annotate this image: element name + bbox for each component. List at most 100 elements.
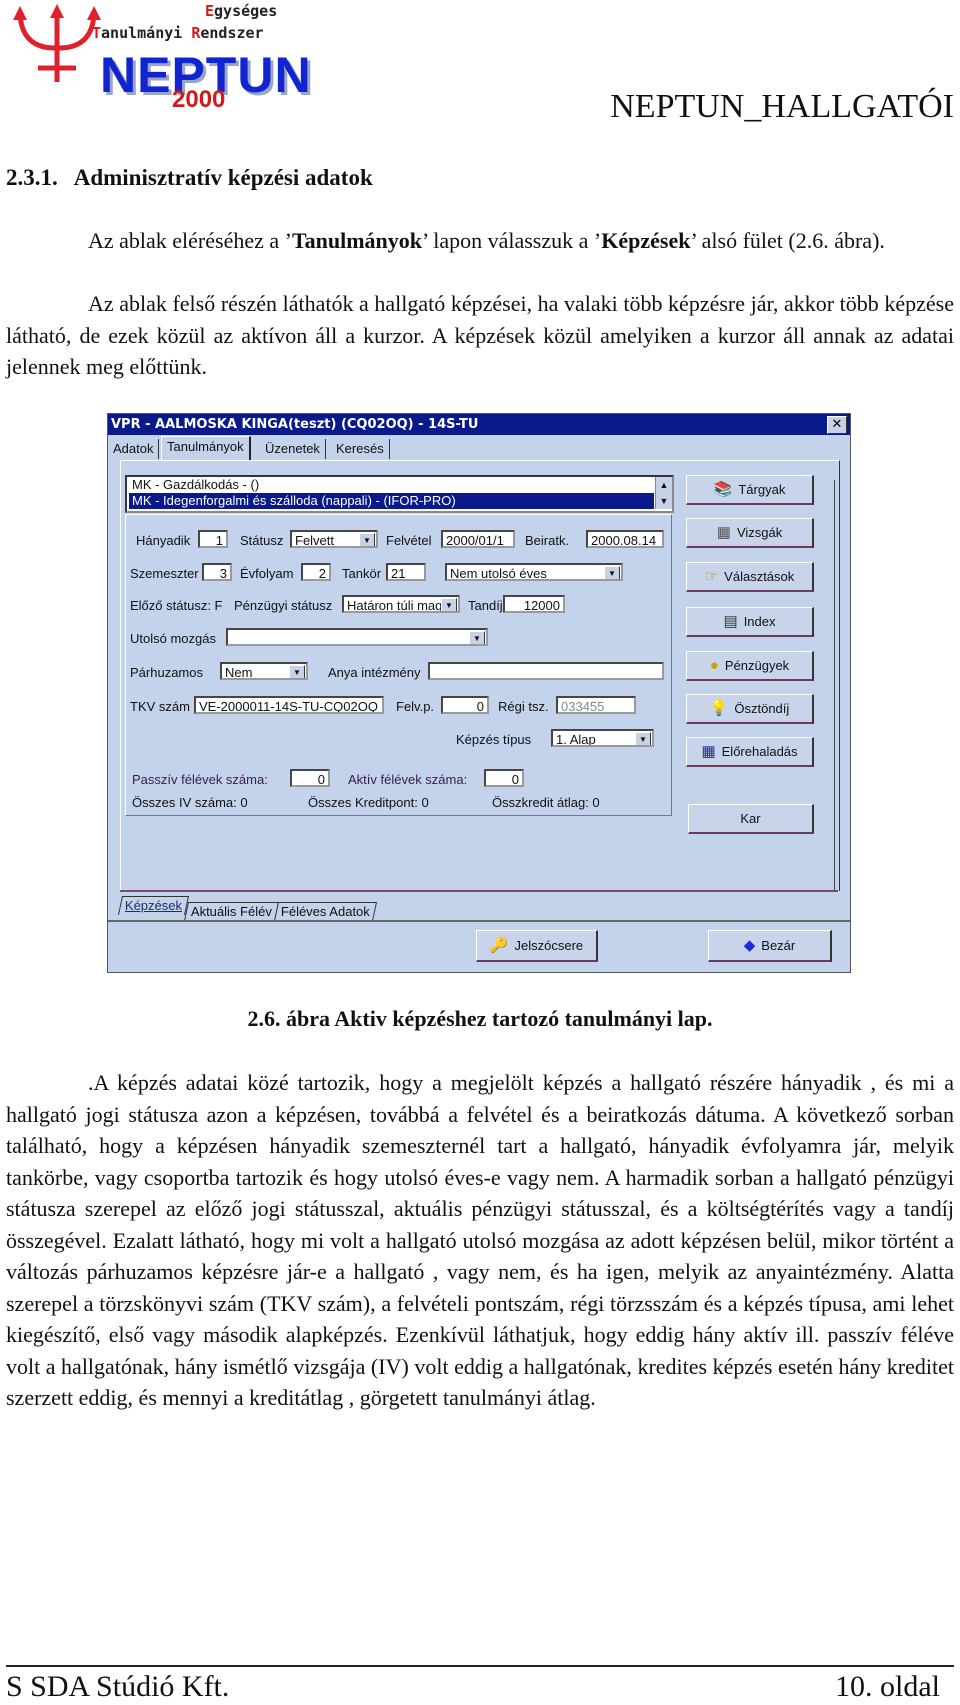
kepzes-tipus-select[interactable]: 1. Alap ▼ <box>551 729 654 747</box>
logo-year: 2000 <box>172 86 226 113</box>
calendar-icon: ▦ <box>701 743 716 760</box>
penzugyi-statusz-label: Pénzügyi státusz <box>234 598 333 613</box>
tankor-label: Tankör <box>342 566 382 581</box>
button-label: Vizsgák <box>736 525 783 540</box>
szemeszter-label: Szemeszter <box>130 566 199 581</box>
bottom-tab-feleves-adatok[interactable]: Féléves Adatok <box>273 902 377 921</box>
chevron-down-icon: ▼ <box>469 631 485 644</box>
szemeszter-field[interactable]: 3 <box>202 563 232 581</box>
felvetel-label: Felvétel <box>386 533 432 548</box>
elozo-statusz-label: Előző státusz: F <box>130 598 223 613</box>
tandij-label: Tandíj <box>468 598 503 613</box>
list-item-selected[interactable]: MK - Idegenforgalmi és szálloda (nappali… <box>129 493 654 509</box>
hanyadik-label: Hányadik <box>136 533 191 548</box>
vizsgak-button[interactable]: ▦ Vizsgák <box>686 518 814 548</box>
aktiv-label: Aktív félévek száma: <box>348 772 468 787</box>
kepzes-listbox[interactable]: MK - Gazdálkodás - () MK - Idegenforgalm… <box>125 475 674 513</box>
documents-icon: ▤ <box>723 613 738 630</box>
tab-adatok[interactable]: Adatok <box>108 439 160 459</box>
button-label: Előrehaladás <box>721 744 798 759</box>
targyak-button[interactable]: 📚 Tárgyak <box>686 475 814 505</box>
coin-icon: ● <box>709 657 719 674</box>
felvp-label: Felv.p. <box>396 699 435 714</box>
regi-tsz-field[interactable]: 033455 <box>556 696 636 714</box>
document-header-title: NEPTUN_HALLGATÓI <box>610 88 954 125</box>
bottom-tab-kepzesek[interactable]: Képzések <box>117 896 190 915</box>
button-label: Bezár <box>761 938 796 953</box>
osszkredit-atlag-text: Összkredit átlag: 0 <box>492 795 600 810</box>
osszes-kreditpont-text: Összes Kreditpont: 0 <box>308 795 429 810</box>
passziv-field[interactable]: 0 <box>290 769 330 787</box>
osztondij-button[interactable]: 💡 Ösztöndíj <box>686 694 814 724</box>
tankor-field[interactable]: 21 <box>386 563 426 581</box>
button-label: Jelszócsere <box>514 938 584 953</box>
statusz-select[interactable]: Felvett ▼ <box>290 530 378 548</box>
intro-paragraph-2: Az ablak felső részén láthatók a hallgat… <box>6 291 954 379</box>
footer-company: S SDA Stúdió Kft. <box>6 1670 230 1703</box>
intro-paragraph-1: Az ablak eléréséhez a ’Tanulmányok’ lapo… <box>88 228 885 253</box>
evfolyam-field[interactable]: 2 <box>301 563 331 581</box>
bottom-tab-line <box>120 890 838 892</box>
index-button[interactable]: ▤ Index <box>686 607 814 637</box>
logo-line-1: Egységes <box>205 2 278 20</box>
jelszocsere-button[interactable]: 🔑 Jelszócsere <box>476 930 598 962</box>
tkv-field[interactable]: VE-2000011-14S-TU-CQ02OQ <box>194 696 384 714</box>
utolso-eves-select[interactable]: Nem utolsó éves ▼ <box>445 563 623 581</box>
tab-tanulmanyok[interactable]: Tanulmányok <box>161 436 251 461</box>
lightbulb-icon: 💡 <box>709 700 729 717</box>
utolso-mozgas-select[interactable]: ▼ <box>226 628 488 646</box>
body-paragraph: .A képzés adatai közé tartozik, hogy a m… <box>6 1070 954 1410</box>
tab-uzenetek[interactable]: Üzenetek <box>260 439 326 459</box>
evfolyam-label: Évfolyam <box>240 566 294 581</box>
felvetel-field[interactable]: 2000/01/1 <box>441 530 515 548</box>
list-item[interactable]: MK - Gazdálkodás - () <box>129 477 654 493</box>
button-label: Ösztöndíj <box>734 701 790 716</box>
kepzes-tipus-label: Képzés típus <box>456 732 532 747</box>
bottom-tab-aktualis-felev[interactable]: Aktuális Félév <box>183 902 279 921</box>
tab-kereses[interactable]: Keresés <box>331 439 390 459</box>
anya-intezmeny-label: Anya intézmény <box>328 665 421 680</box>
utolso-mozgas-label: Utolsó mozgás <box>130 631 216 646</box>
chevron-down-icon: ▼ <box>635 732 651 745</box>
button-label: Pénzügyek <box>724 658 790 673</box>
close-icon: ✕ <box>831 417 843 432</box>
penzugyi-statusz-select[interactable]: Határon túli mag ▼ <box>342 595 460 613</box>
pointing-hand-icon: ☞ <box>704 568 719 585</box>
button-label: Index <box>743 614 776 629</box>
beiratk-field[interactable]: 2000.08.14 <box>586 530 664 548</box>
chevron-down-icon: ▼ <box>441 598 457 611</box>
tandij-field[interactable]: 12000 <box>503 595 565 613</box>
felvp-field[interactable]: 0 <box>441 696 489 714</box>
chevron-down-icon: ▼ <box>604 566 620 579</box>
scroll-down-button[interactable]: ▼ <box>655 493 672 509</box>
kar-button[interactable]: Kar <box>688 804 814 834</box>
chevron-down-icon: ▼ <box>359 533 375 546</box>
elorehaladas-button[interactable]: ▦ Előrehaladás <box>686 737 814 767</box>
passziv-label: Passzív félévek száma: <box>132 772 268 787</box>
neptun-logo: Egységes Tanulmányi Rendszer NEPTUN 2000 <box>0 0 420 118</box>
bezar-button[interactable]: ◆ Bezár <box>708 930 832 962</box>
tkv-label: TKV szám <box>130 699 190 714</box>
figure-caption: 2.6. ábra Aktiv képzéshez tartozó tanulm… <box>247 1006 713 1031</box>
window-title: VPR - AALMOSKA KINGA(teszt) (CQ02OQ) - 1… <box>111 417 479 432</box>
scroll-up-button[interactable]: ▲ <box>655 477 672 493</box>
books-icon: 📚 <box>713 481 733 498</box>
parhuzamos-select[interactable]: Nem ▼ <box>220 662 308 680</box>
regi-tsz-label: Régi tsz. <box>498 699 549 714</box>
page-number: 10. oldal <box>835 1670 940 1703</box>
anya-intezmeny-field[interactable] <box>428 662 664 680</box>
chevron-down-icon: ▼ <box>289 665 305 678</box>
aktiv-field[interactable]: 0 <box>484 769 524 787</box>
hanyadik-field[interactable]: 1 <box>198 530 228 548</box>
trident-icon <box>13 4 101 82</box>
footer-rule <box>6 1665 954 1667</box>
close-button[interactable]: ✕ <box>827 416 847 434</box>
logo-line-2: Tanulmányi Rendszer <box>92 24 264 42</box>
valasztasok-button[interactable]: ☞ Választások <box>686 562 814 592</box>
button-label: Kar <box>740 811 761 826</box>
neptun-window: VPR - AALMOSKA KINGA(teszt) (CQ02OQ) - 1… <box>107 413 851 973</box>
penzugyek-button[interactable]: ● Pénzügyek <box>686 651 814 681</box>
close-door-icon: ◆ <box>743 937 756 954</box>
key-icon: 🔑 <box>489 937 509 954</box>
panel-divider <box>834 480 835 890</box>
